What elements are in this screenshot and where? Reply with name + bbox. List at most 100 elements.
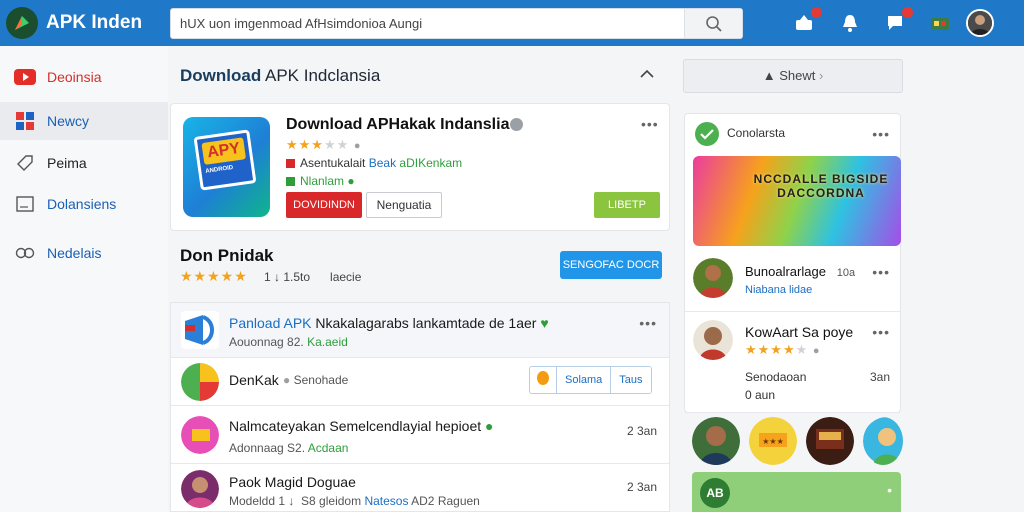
sidebar-item-nedelais[interactable]: Nedelais [0,234,168,272]
segmented-control[interactable]: Solama Taus [529,366,652,394]
list-item-meta: ● Senohade [283,373,349,387]
app-thumb-icon [181,363,219,401]
app-list: Panload APK Nkakalagarabs lankamtade de … [170,302,670,512]
person-time: 3an [869,370,890,384]
person-avatar[interactable] [693,258,733,298]
rating-stars: ★★★★★ ● [286,137,362,152]
more-options-icon[interactable]: ••• [641,116,659,132]
sidebar-item-label: Deoinsia [47,69,102,85]
upload-icon[interactable] [792,7,822,35]
section-action-button[interactable]: SENGOFAC DOCR [560,251,662,279]
balloon-icon[interactable] [530,367,556,393]
chevron-up-icon[interactable] [640,66,654,84]
divider [685,311,900,312]
apk-file-icon [181,311,219,349]
page-title: Download APK Indclansia [180,66,381,85]
share-button[interactable]: ▲ Shewt › [683,59,903,93]
apps-icon[interactable] [928,11,952,35]
segment-solama[interactable]: Solama [556,367,611,393]
app-icon-tag: APY [201,137,247,165]
person-subtitle: Niabana lidae [745,284,813,296]
person-rating-stars: ★★★★★ ● [745,342,821,357]
person-avatar[interactable] [693,320,733,360]
suggested-avatar[interactable] [806,417,854,465]
more-options-icon[interactable]: ••• [872,126,890,142]
user-avatar[interactable] [966,9,994,37]
person-icon: ▲ [762,68,776,83]
search-input[interactable]: hUX uon imgenmoad AfHsimdonioa Aungi [180,16,422,31]
sidebar-item-label: Nedelais [47,245,102,261]
person-meta-secondary: 0 aun [745,388,776,402]
person-name: Bunoalrarlage 10a [745,264,856,279]
secondary-button[interactable]: Nenguatia [366,192,442,218]
more-options-icon[interactable]: • [887,482,893,498]
right-card: Conolarsta ••• NCCDALLE BIGSIDE DACCORDN… [684,113,901,413]
play-icon [14,66,36,88]
person-avatar [181,470,219,508]
check-icon [695,122,719,146]
document-icon [14,193,36,215]
bottom-card-logo: AB [700,478,730,508]
sidebar-item-peima[interactable]: Peima [0,144,168,182]
tag-icon [14,152,36,174]
app-icon[interactable]: APY ANDROID [183,117,270,217]
list-item[interactable]: Paok Magid Doguae Modeldd 1 ↓ S8 gleidom… [171,464,669,512]
list-item-title: DenKak [229,372,279,388]
suggested-avatar[interactable] [692,417,740,465]
message-badge [902,7,913,18]
list-item-title: Nalmcateyakan Semelcendlayial hepioet ● [229,418,494,434]
list-item-time: 2 3an [626,424,657,438]
developer-line: Asentukalait Beak aDIKenkam [286,156,462,170]
suggested-avatars: ★★★ [692,417,903,465]
list-item-subtitle: Modeldd 1 ↓ S8 gleidom Natesos AD2 Rague… [229,494,480,508]
list-item-subtitle: Adonnaag S2. Acdaan [229,441,349,455]
search-bar[interactable]: hUX uon imgenmoad AfHsimdonioa Aungi [170,8,743,39]
list-item-subtitle: Aouonnag 82. Ka.aeid [229,335,348,349]
link-icon [14,242,36,264]
bell-icon[interactable] [838,11,862,35]
featured-banner[interactable]: NCCDALLE BIGSIDE DACCORDNA [693,156,901,246]
list-item-title: Panload APK Nkakalagarabs lankamtade de … [229,315,549,331]
section-meta: 1 ↓ 1.5to laecie [264,270,362,284]
sidebar: Deoinsia Newcy Peima Dolansiens Nedelais [0,46,168,512]
green-action-button[interactable]: LIBETP [594,192,660,218]
sidebar-item-newcy[interactable]: Newcy [0,102,168,140]
sidebar-item-label: Dolansiens [47,196,117,212]
search-button[interactable] [684,9,742,38]
app-logo-icon[interactable] [6,7,38,39]
divider [685,412,900,413]
download-button[interactable]: DOVIDINDN [286,192,362,218]
sidebar-item-dolansiens[interactable]: Dolansiens [0,185,168,223]
app-name: Download APHakak Indanslia [286,116,510,133]
person-name: KowAart Sa poye [745,324,854,340]
brand-name[interactable]: APK Inden [46,12,142,34]
segment-taus[interactable]: Taus [610,367,651,393]
list-item-title: Paok Magid Doguae [229,474,356,490]
more-options-icon[interactable]: ••• [872,264,890,280]
svg-text:★★★: ★★★ [762,437,784,446]
banner-text: NCCDALLE BIGSIDE DACCORDNA [753,172,889,200]
sidebar-item-home[interactable]: Deoinsia [0,58,168,96]
sidebar-item-label: Newcy [47,113,90,129]
list-item[interactable]: Panload APK Nkakalagarabs lankamtade de … [171,303,669,358]
message-icon[interactable] [883,7,913,35]
section-rating-stars: ★★★★★ [180,268,248,284]
card-title: Conolarsta [727,126,786,140]
suggested-avatar[interactable]: ★★★ [749,417,797,465]
search-icon [705,15,722,32]
list-item[interactable]: DenKak ● Senohade Solama Taus [171,358,669,406]
more-options-icon[interactable]: ••• [639,315,657,331]
list-item[interactable]: Nalmcateyakan Semelcendlayial hepioet ● … [171,406,669,464]
app-thumb-icon [181,416,219,454]
top-bar: APK Inden hUX uon imgenmoad AfHsimdonioa… [0,0,1024,46]
app-card: APY ANDROID Download APHakak Indanslia ••… [170,103,670,231]
person-meta: Senodaoan [745,370,807,384]
bottom-preview-card[interactable]: AB • [692,472,901,512]
sidebar-item-label: Peima [47,155,87,171]
more-options-icon[interactable]: ••• [872,324,890,340]
suggested-avatar[interactable] [863,417,903,465]
category-line: Nlanlam ● [286,174,355,188]
verified-icon [510,118,523,131]
grid-icon [14,110,36,132]
notification-badge [811,7,822,18]
